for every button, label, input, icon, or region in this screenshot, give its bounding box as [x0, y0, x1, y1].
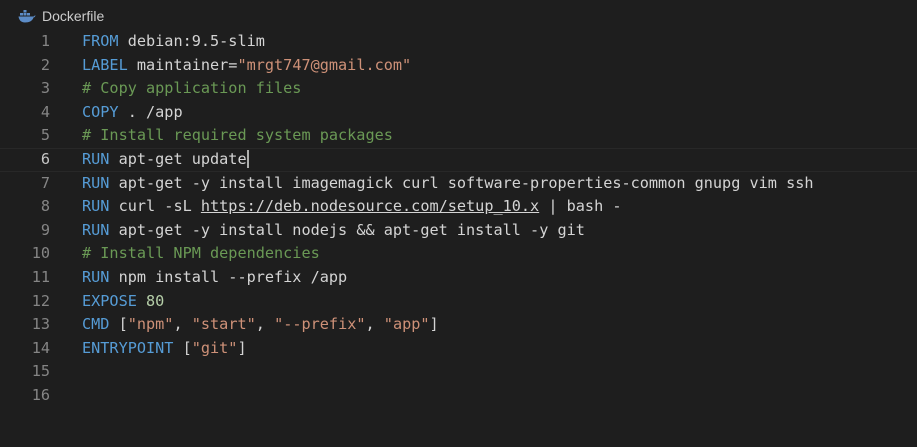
code-editor[interactable]: 1 FROM debian:9.5-slim 2 LABEL maintainer="…	[0, 30, 917, 447]
breadcrumb[interactable]: Dockerfile	[0, 0, 917, 32]
code-token: ,	[365, 315, 384, 334]
line-number: 11	[31, 267, 50, 286]
line-number: 13	[31, 315, 50, 334]
line-number: 7	[40, 173, 50, 192]
number-token: 80	[146, 291, 165, 310]
keyword-token: RUN	[82, 173, 110, 192]
code-line[interactable]: 3 # Copy application files	[0, 77, 917, 101]
keyword-token: RUN	[82, 149, 110, 168]
line-number: 12	[31, 291, 50, 310]
code-token: ,	[255, 315, 275, 334]
code-token: apt-get -y install nodejs && apt-get ins…	[109, 220, 585, 239]
code-line[interactable]: 11 RUN npm install --prefix /app	[0, 266, 917, 290]
line-number: 15	[31, 362, 50, 381]
string-token: "app"	[383, 315, 430, 334]
keyword-token: CMD	[82, 315, 110, 334]
code-line[interactable]: 12 EXPOSE 80	[0, 290, 917, 314]
text-cursor	[246, 150, 249, 169]
code-token: ]	[429, 315, 439, 334]
code-token: debian:9.5-slim	[118, 32, 265, 50]
code-text: FROM debian:9.5-slim	[82, 30, 265, 54]
line-number: 1	[40, 32, 50, 50]
keyword-token: RUN	[82, 267, 110, 286]
code-text: RUN curl -sL https://deb.nodesource.com/…	[82, 195, 622, 219]
code-text: LABEL maintainer="mrgt747@gmail.com"	[82, 54, 411, 78]
string-token: "npm"	[127, 315, 174, 334]
code-token: [	[109, 315, 128, 334]
comment-token: # Copy application files	[82, 79, 302, 98]
code-text: CMD ["npm", "start", "--prefix", "app"]	[82, 313, 439, 337]
code-token: apt-get -y install imagemagick curl soft…	[109, 173, 814, 192]
string-token: "git"	[191, 338, 238, 357]
line-number: 10	[31, 244, 50, 263]
keyword-token: EXPOSE	[82, 291, 137, 310]
code-text: RUN apt-get -y install imagemagick curl …	[82, 172, 814, 196]
code-token: npm install --prefix /app	[109, 267, 348, 286]
keyword-token: COPY	[82, 102, 119, 121]
code-text: ENTRYPOINT ["git"]	[82, 337, 247, 361]
code-line[interactable]: 4 COPY . /app	[0, 101, 917, 125]
code-line[interactable]: 9 RUN apt-get -y install nodejs && apt-ge…	[0, 219, 917, 243]
code-line[interactable]: 7 RUN apt-get -y install imagemagick curl…	[0, 172, 917, 196]
string-token: "mrgt747@gmail.com"	[237, 55, 412, 74]
line-number: 14	[31, 338, 50, 357]
comment-token: # Install required system packages	[82, 126, 393, 145]
line-number: 5	[40, 126, 50, 145]
code-text: # Install NPM dependencies	[82, 242, 320, 266]
code-token: ]	[237, 338, 247, 357]
code-line[interactable]: 2 LABEL maintainer="mrgt747@gmail.com"	[0, 54, 917, 78]
code-line[interactable]: 13 CMD ["npm", "start", "--prefix", "app"…	[0, 313, 917, 337]
code-text: RUN npm install --prefix /app	[82, 266, 347, 290]
code-line[interactable]: 10 # Install NPM dependencies	[0, 242, 917, 266]
code-line[interactable]: 8 RUN curl -sL https://deb.nodesource.com…	[0, 195, 917, 219]
code-line[interactable]: 6 RUN apt-get update	[0, 148, 917, 172]
string-token: "--prefix"	[274, 315, 366, 334]
keyword-token: RUN	[82, 197, 110, 216]
code-text: # Install required system packages	[82, 124, 393, 148]
comment-token: # Install NPM dependencies	[82, 244, 320, 263]
keyword-token: LABEL	[82, 55, 128, 74]
code-line[interactable]: 14 ENTRYPOINT ["git"]	[0, 337, 917, 361]
file-name: Dockerfile	[42, 8, 105, 24]
code-line[interactable]: 5 # Install required system packages	[0, 124, 917, 148]
keyword-token: RUN	[82, 220, 110, 239]
url-link[interactable]: https://deb.nodesource.com/setup_10.x	[201, 197, 539, 215]
line-number: 9	[40, 220, 50, 239]
code-line[interactable]: 16	[0, 384, 917, 408]
line-number: 6	[40, 149, 50, 168]
keyword-token: FROM	[82, 32, 119, 50]
code-text: RUN apt-get update	[82, 148, 249, 172]
line-number: 2	[40, 55, 50, 74]
code-token: [	[173, 338, 192, 357]
code-text: RUN apt-get -y install nodejs && apt-get…	[82, 219, 585, 243]
line-number: 4	[40, 102, 50, 121]
code-text: EXPOSE 80	[82, 290, 164, 314]
code-text: COPY . /app	[82, 101, 183, 125]
code-token: ,	[173, 315, 192, 334]
line-number: 16	[31, 385, 50, 404]
code-token: maintainer=	[127, 55, 238, 74]
code-token: curl -sL	[109, 197, 201, 216]
keyword-token: ENTRYPOINT	[82, 338, 174, 357]
code-line[interactable]: 15	[0, 360, 917, 384]
code-text: # Copy application files	[82, 77, 301, 101]
code-token: . /app	[118, 102, 183, 121]
string-token: "start"	[191, 315, 256, 334]
docker-whale-icon	[18, 9, 36, 23]
line-number: 3	[40, 79, 50, 98]
code-line[interactable]: 1 FROM debian:9.5-slim	[0, 30, 917, 54]
line-number: 8	[40, 197, 50, 216]
code-token: apt-get update	[109, 149, 247, 168]
code-token: | bash -	[539, 197, 622, 216]
